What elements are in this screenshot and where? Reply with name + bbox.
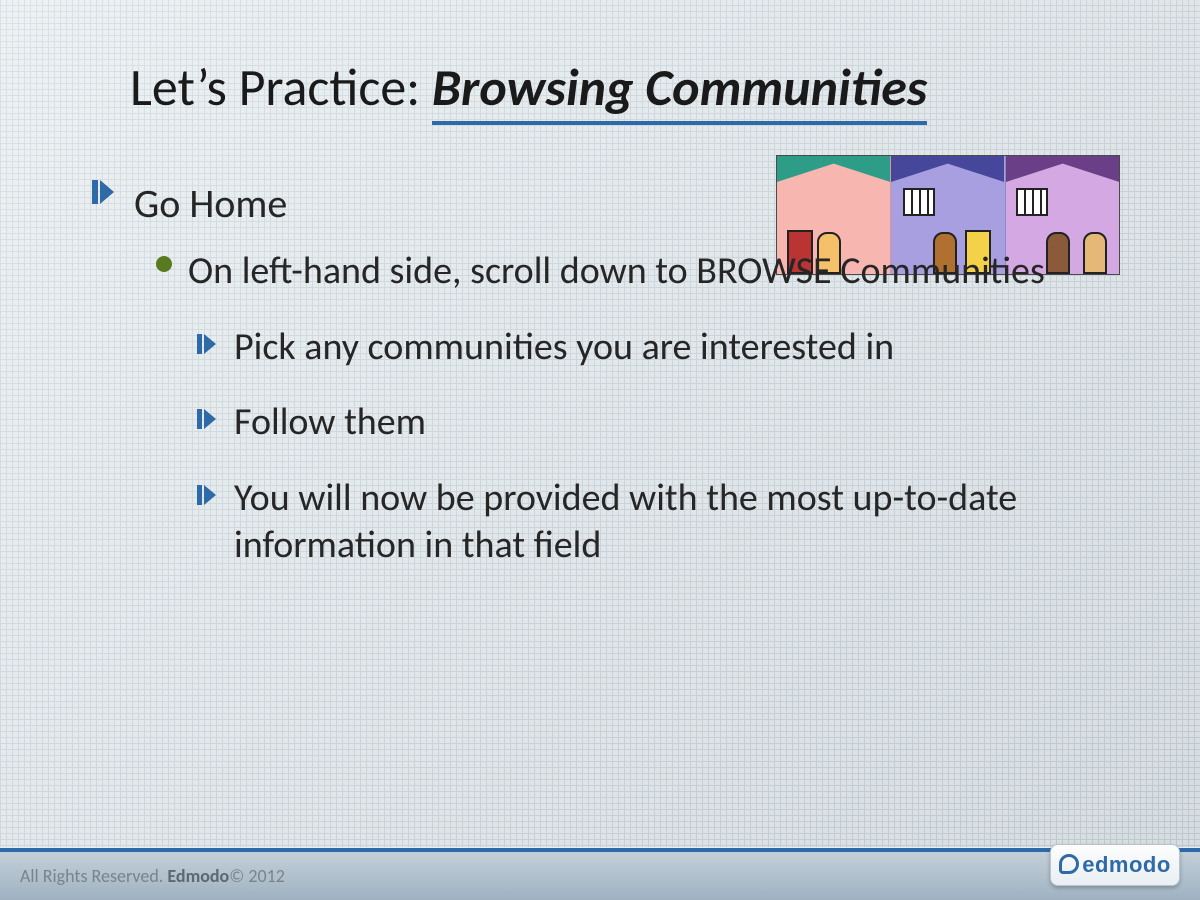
bullet-level2-text: On left-hand side, scroll down to BROWSE…	[188, 248, 1045, 296]
footer-bar: All Rights Reserved. Edmodo © 2012	[0, 848, 1200, 900]
arrow-icon	[100, 180, 114, 204]
bullet-level3: Pick any communities you are interested …	[204, 324, 1140, 372]
footer-brand: Edmodo	[167, 865, 229, 887]
arrow-icon	[204, 334, 216, 354]
bullet-level2: On left-hand side, scroll down to BROWSE…	[156, 248, 1140, 296]
bullet-level3: Follow them	[204, 399, 1140, 447]
title-plain: Let’s Practice:	[130, 55, 432, 119]
footer-copyright: © 2012	[229, 865, 285, 887]
arrow-icon	[204, 485, 216, 505]
title-emphasis: Browsing Communities	[432, 55, 927, 125]
slide-title: Let’s Practice: Browsing Communities	[130, 55, 927, 119]
slide-body: Go Home On left-hand side, scroll down t…	[100, 180, 1140, 570]
edmodo-logo: edmodo	[1050, 844, 1180, 886]
bullet-level1-text: Go Home	[134, 180, 287, 228]
footer-reserved: All Rights Reserved.	[20, 865, 167, 887]
dot-icon	[156, 256, 172, 272]
bullet-level3-text: Pick any communities you are interested …	[234, 324, 894, 372]
bullet-level3-text: You will now be provided with the most u…	[234, 475, 1140, 570]
edmodo-logo-text: edmodo	[1059, 852, 1171, 878]
bullet-level3: You will now be provided with the most u…	[204, 475, 1140, 570]
bullet-level3-text: Follow them	[234, 399, 426, 447]
bullet-level1: Go Home	[100, 180, 1140, 228]
arrow-icon	[204, 409, 216, 429]
